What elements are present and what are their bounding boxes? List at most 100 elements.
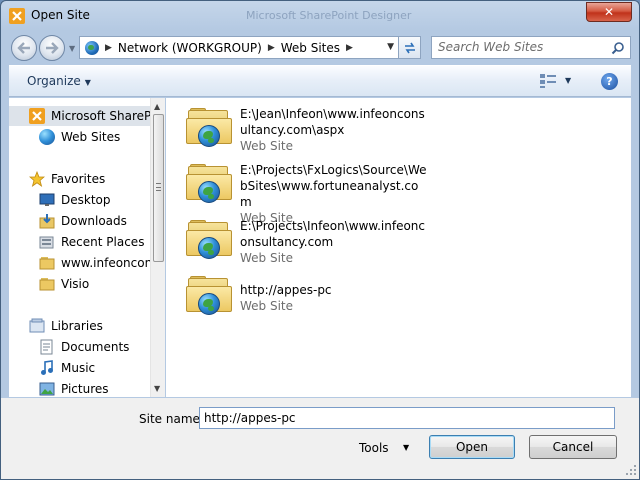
folder-icon (39, 276, 55, 292)
dialog-title: Open Site (31, 8, 90, 22)
web-folder-icon (186, 220, 232, 259)
title-bar: Open Site Microsoft SharePoint Designer … (1, 1, 639, 31)
file-type: Web Site (240, 251, 294, 265)
open-site-dialog: Open Site Microsoft SharePoint Designer … (0, 0, 640, 480)
organize-menu-button[interactable]: Organize ▼ (27, 74, 91, 88)
sidebar-item-recent-places[interactable]: Recent Places (9, 232, 151, 252)
close-icon: ✕ (603, 5, 615, 19)
pictures-icon (39, 381, 55, 397)
sidebar-item-desktop[interactable]: Desktop (9, 190, 151, 210)
sidebar-item-label: Microsoft SharePoint (51, 109, 151, 123)
recent-places-icon (39, 234, 55, 250)
back-arrow-icon (17, 42, 30, 54)
refresh-button[interactable] (399, 36, 421, 59)
breadcrumb-network[interactable]: Network (WORKGROUP) (118, 41, 262, 55)
tools-menu-button[interactable]: Tools (359, 441, 389, 455)
sidebar-item-pictures[interactable]: Pictures (9, 379, 151, 397)
cancel-button[interactable]: Cancel (529, 435, 617, 459)
chevron-down-icon[interactable]: ▼ (403, 443, 409, 452)
sidebar-item-web-sites[interactable]: Web Sites (9, 127, 151, 147)
open-button[interactable]: Open (429, 435, 515, 459)
desktop-icon (39, 192, 55, 208)
scroll-up-arrow-icon[interactable]: ▲ (154, 102, 160, 111)
chevron-right-icon[interactable]: ▶ (346, 43, 353, 53)
folder-icon (39, 255, 55, 271)
globe-icon (198, 237, 220, 259)
sidebar-item-label: Documents (61, 340, 130, 354)
web-folder-icon (186, 108, 232, 147)
sidebar-item-label: Downloads (61, 214, 127, 228)
sidebar-item-favorites[interactable]: Favorites (9, 169, 151, 189)
list-item-web-site[interactable]: http://appes-pc Web Site (186, 274, 446, 326)
address-dropdown-icon[interactable]: ▼ (387, 42, 394, 52)
search-icon[interactable] (611, 41, 625, 55)
help-icon: ? (606, 75, 613, 88)
back-button[interactable] (11, 35, 37, 61)
forward-button[interactable] (39, 35, 65, 61)
breadcrumb-web-sites[interactable]: Web Sites (281, 41, 340, 55)
forward-arrow-icon (46, 42, 59, 54)
command-toolbar: Organize ▼ ▼ ? (9, 65, 631, 97)
list-item-web-site[interactable]: E:\Projects\FxLogics\Source\WebSites\www… (186, 162, 446, 225)
recent-pages-dropdown-icon[interactable]: ▼ (69, 44, 75, 53)
search-box[interactable] (431, 36, 631, 59)
file-name: E:\Jean\Infeon\www.infeonconsultancy.com… (240, 106, 430, 154)
libraries-icon (29, 318, 45, 334)
scroll-thumb[interactable] (153, 114, 164, 262)
globe-icon (39, 129, 55, 145)
navigation-pane: Microsoft SharePoint Web Sites Favorites… (9, 98, 165, 397)
sharepoint-app-icon (9, 8, 25, 24)
change-view-icon[interactable] (539, 73, 557, 89)
sidebar-item-documents[interactable]: Documents (9, 337, 151, 357)
sharepoint-icon (29, 108, 45, 124)
chevron-right-icon[interactable]: ▶ (105, 43, 112, 53)
navigation-pane-scrollbar[interactable]: ▲ ▼ (150, 98, 165, 397)
file-type: Web Site (240, 139, 294, 153)
dialog-footer: Site name: Tools ▼ Open Cancel (1, 398, 639, 479)
sidebar-item-label: Recent Places (61, 235, 145, 249)
list-item-web-site[interactable]: E:\Jean\Infeon\www.infeonconsultancy.com… (186, 106, 446, 158)
sidebar-item-label: Pictures (61, 382, 109, 396)
close-button[interactable]: ✕ (586, 2, 632, 22)
organize-label: Organize (27, 74, 81, 88)
address-bar[interactable]: ▶ Network (WORKGROUP) ▶ Web Sites ▶ ▼ (79, 36, 399, 59)
sidebar-item-label: Favorites (51, 172, 106, 186)
sidebar-item-downloads[interactable]: Downloads (9, 211, 151, 231)
search-input[interactable] (438, 40, 608, 54)
site-name-field[interactable] (199, 407, 615, 429)
star-icon (28, 170, 46, 187)
grip-icon (156, 183, 161, 191)
sidebar-item-label: Music (61, 361, 96, 375)
globe-icon (198, 181, 220, 203)
sidebar-item-visio[interactable]: Visio (9, 274, 151, 294)
refresh-icon (404, 42, 415, 53)
help-button[interactable]: ? (601, 73, 618, 90)
file-name: E:\Projects\Infeon\www.infeonconsultancy… (240, 218, 430, 266)
sidebar-item-label: www.infeonconsultancy (61, 256, 151, 270)
navigation-bar: ▼ ▶ Network (WORKGROUP) ▶ Web Sites ▶ ▼ (1, 31, 639, 63)
file-list-pane: E:\Jean\Infeon\www.infeonconsultancy.com… (166, 98, 631, 397)
background-window-title: Microsoft SharePoint Designer (246, 9, 412, 22)
web-folder-icon (186, 276, 232, 315)
sidebar-item-infeonconsultancy[interactable]: www.infeonconsultancy (9, 253, 151, 273)
chevron-right-icon[interactable]: ▶ (268, 43, 275, 53)
resize-grip-icon[interactable] (625, 464, 637, 476)
view-options-dropdown-icon[interactable]: ▼ (565, 76, 571, 85)
list-item-web-site[interactable]: E:\Projects\Infeon\www.infeonconsultancy… (186, 218, 446, 270)
downloads-icon (39, 213, 55, 229)
globe-icon (198, 293, 220, 315)
file-name: E:\Projects\FxLogics\Source\WebSites\www… (240, 162, 430, 226)
documents-icon (39, 339, 55, 355)
scroll-down-arrow-icon[interactable]: ▼ (154, 384, 160, 393)
site-name-label: Site name: (139, 412, 204, 426)
music-icon (39, 360, 55, 376)
sidebar-item-label: Desktop (61, 193, 111, 207)
sidebar-item-label: Visio (61, 277, 90, 291)
globe-icon (198, 125, 220, 147)
chevron-down-icon: ▼ (84, 78, 91, 87)
sidebar-item-libraries[interactable]: Libraries (9, 316, 151, 336)
sidebar-item-label: Libraries (51, 319, 103, 333)
file-type: Web Site (240, 299, 294, 313)
sidebar-item-microsoft-sharepoint[interactable]: Microsoft SharePoint (9, 106, 151, 126)
sidebar-item-music[interactable]: Music (9, 358, 151, 378)
